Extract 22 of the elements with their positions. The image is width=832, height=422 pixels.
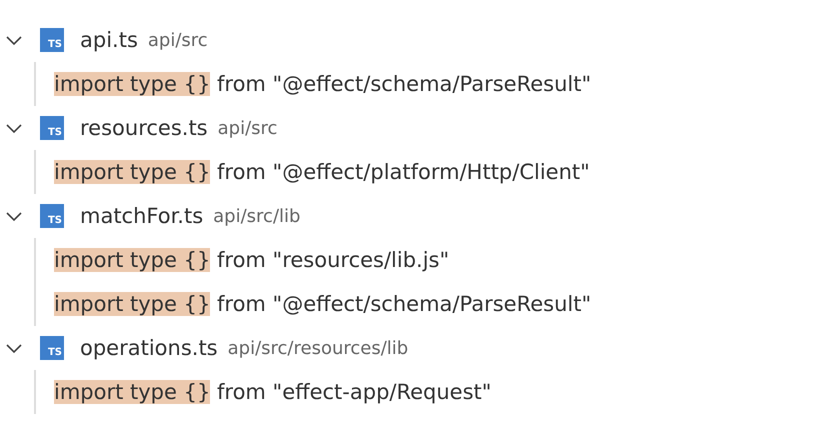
file-name[interactable]: operations.ts [80, 336, 218, 360]
file-path: api/src/resources/lib [228, 338, 408, 358]
match-line[interactable]: from "@effect/schema/ParseResult" [210, 292, 592, 316]
match-highlight[interactable]: import type {} [54, 248, 210, 272]
typescript-file-icon: TS [40, 204, 64, 228]
file-path: api/src [148, 30, 208, 50]
file-name[interactable]: matchFor.ts [80, 204, 204, 228]
match-line[interactable]: from "resources/lib.js" [210, 248, 450, 272]
file-name[interactable]: api.ts [80, 28, 138, 52]
match-highlight[interactable]: import type {} [54, 72, 210, 96]
match-line[interactable]: from "@effect/schema/ParseResult" [210, 72, 592, 96]
match-highlight[interactable]: import type {} [54, 160, 210, 184]
file-path: api/src [218, 118, 278, 138]
match-highlight[interactable]: import type {} [54, 380, 210, 404]
file-name[interactable]: resources.ts [80, 116, 208, 140]
file-path: api/src/lib [213, 206, 300, 226]
typescript-file-icon: TS [40, 336, 64, 360]
typescript-file-icon: TS [40, 28, 64, 52]
typescript-file-icon: TS [40, 116, 64, 140]
match-line[interactable]: from "@effect/platform/Http/Client" [210, 160, 590, 184]
match-highlight[interactable]: import type {} [54, 292, 210, 316]
match-line[interactable]: from "effect-app/Request" [210, 380, 492, 404]
